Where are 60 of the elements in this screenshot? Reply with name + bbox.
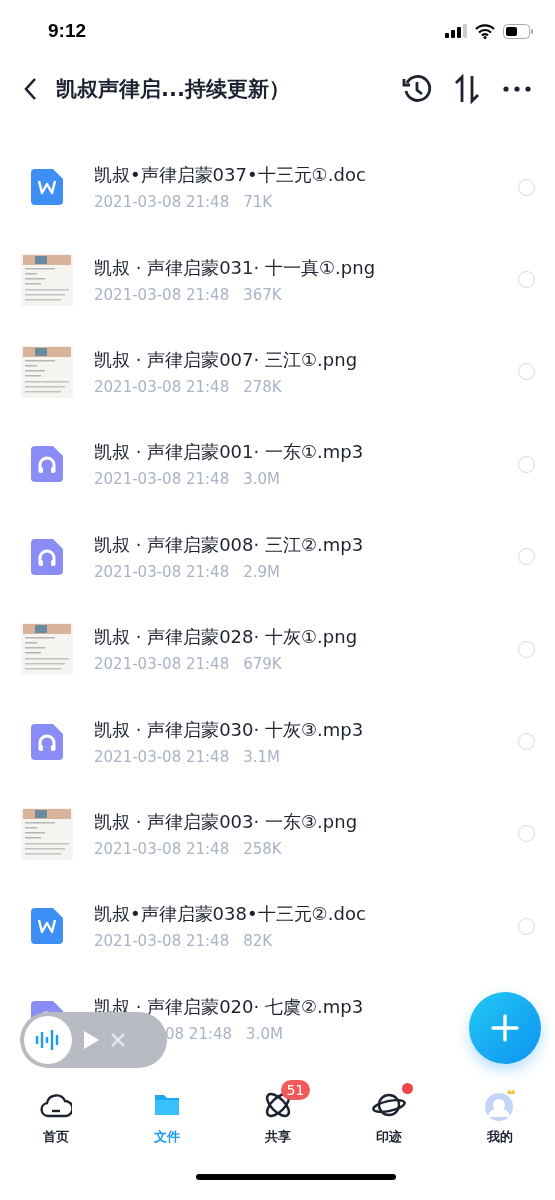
audio-file-icon xyxy=(31,538,63,575)
file-name[interactable]: 凯叔•声律启蒙038•十三元②.doc xyxy=(94,902,366,927)
audio-file-icon xyxy=(31,446,63,483)
signal-icon xyxy=(445,24,467,38)
file-name[interactable]: 凯叔•声律启蒙037•十三元①.doc xyxy=(94,163,366,188)
file-size: 278K xyxy=(243,377,282,396)
file-date: 08 21:48 xyxy=(165,1024,233,1043)
planet-icon xyxy=(371,1091,406,1119)
plus-icon xyxy=(491,1014,519,1042)
file-size: 2.9M xyxy=(243,562,280,581)
close-icon xyxy=(110,1032,126,1048)
file-name[interactable]: 凯叔 · 声律启蒙030· 十灰③.mp3 xyxy=(94,717,364,742)
file-date: 2021-03-08 21:48 xyxy=(94,193,230,212)
file-name[interactable]: 凯叔 · 声律启蒙031· 十一真①.png xyxy=(94,255,376,280)
folder-icon xyxy=(152,1093,181,1117)
folder-title: 凯叔声律启...持续更新） xyxy=(56,76,291,103)
word-file-icon xyxy=(31,169,63,206)
file-size: 367K xyxy=(243,285,282,304)
voice-button[interactable] xyxy=(24,1016,72,1064)
play-button[interactable] xyxy=(82,1030,100,1050)
file-date: 2021-03-08 21:48 xyxy=(94,285,230,304)
file-date: 2021-03-08 21:48 xyxy=(94,839,230,858)
wifi-icon xyxy=(475,23,495,39)
file-date: 2021-03-08 21:48 xyxy=(94,562,230,581)
cloud-icon xyxy=(39,1092,72,1118)
tab[interactable]: 印迹 xyxy=(333,1076,444,1162)
avatar-icon xyxy=(482,1088,517,1122)
status-time: 9:12 xyxy=(48,20,87,42)
file-size: 679K xyxy=(243,655,282,674)
file-name[interactable]: 凯叔 · 声律启蒙028· 十灰①.png xyxy=(94,625,358,650)
sort-icon xyxy=(453,74,481,104)
file-size: 3.0M xyxy=(246,1024,283,1043)
file-date: 2021-03-08 21:48 xyxy=(94,470,230,489)
file-size: 71K xyxy=(243,193,273,212)
file-size: 82K xyxy=(243,932,273,951)
file-date: 2021-03-08 21:48 xyxy=(94,747,230,766)
file-size: 3.1M xyxy=(243,747,280,766)
audio-file-icon xyxy=(31,723,63,760)
file-size: 3.0M xyxy=(243,470,280,489)
file-date: 2021-03-08 21:48 xyxy=(94,655,230,674)
file-date: 2021-03-08 21:48 xyxy=(94,932,230,951)
tab[interactable]: 51 共享 xyxy=(222,1076,333,1162)
back-icon xyxy=(23,77,37,101)
file-name[interactable]: 凯叔 · 声律启蒙007· 三江①.png xyxy=(94,347,358,372)
file-date: 2021-03-08 21:48 xyxy=(94,377,230,396)
add-button[interactable] xyxy=(469,992,541,1064)
play-icon xyxy=(82,1030,100,1050)
file-size: 258K xyxy=(243,839,282,858)
sound-wave-icon xyxy=(35,1029,61,1051)
more-icon xyxy=(503,86,531,92)
battery-icon xyxy=(503,23,533,39)
file-name[interactable]: 凯叔 · 声律启蒙003· 一东③.png xyxy=(94,809,358,834)
tab[interactable]: 首页 xyxy=(0,1076,111,1162)
count-badge: 51 xyxy=(280,1080,311,1100)
file-name[interactable]: 凯叔 · 声律启蒙008· 三江②.mp3 xyxy=(94,532,364,557)
tab[interactable]: 我的 xyxy=(444,1076,555,1162)
word-file-icon xyxy=(31,908,63,945)
file-name[interactable]: 凯叔 · 声律启蒙001· 一东①.mp3 xyxy=(94,440,364,465)
history-icon xyxy=(402,74,432,104)
close-button[interactable] xyxy=(110,1032,126,1048)
